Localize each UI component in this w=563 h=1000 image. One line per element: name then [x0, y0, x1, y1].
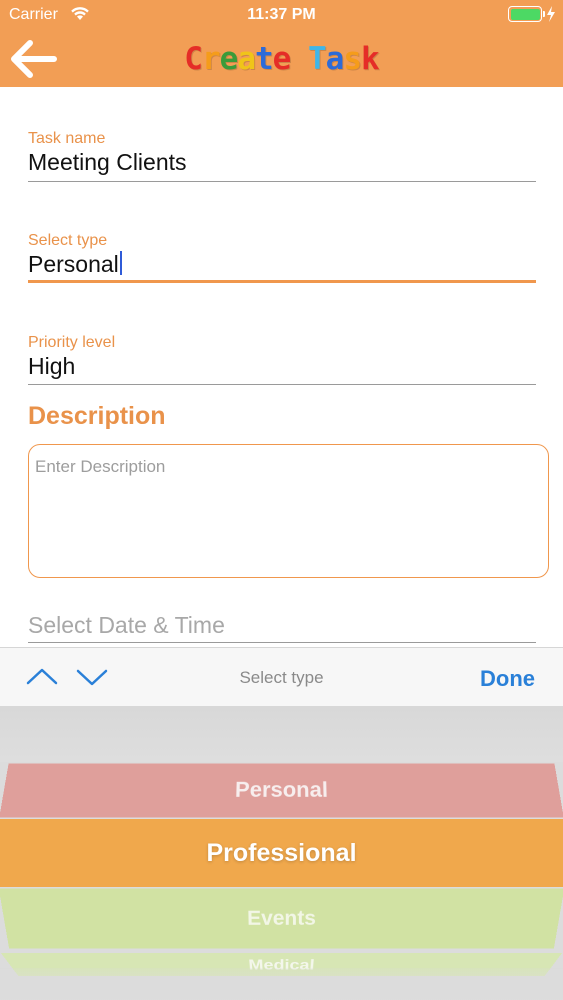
title-letter: e [219, 41, 239, 77]
status-bar: Carrier 11:37 PM [0, 0, 563, 30]
title-letter: C [184, 41, 203, 77]
title-letter: e [272, 41, 292, 77]
select-type-underline [28, 280, 536, 283]
text-caret [119, 251, 122, 275]
select-type-value[interactable]: Personal [28, 251, 536, 278]
title-letter: s [343, 41, 362, 77]
picker-option-professional[interactable]: Professional [0, 819, 563, 887]
task-name-value[interactable]: Meeting Clients [28, 149, 536, 176]
priority-level-underline [28, 384, 536, 385]
priority-level-label: Priority level [28, 334, 116, 351]
page-title: Create Task [0, 41, 563, 77]
title-letter: k [361, 41, 380, 77]
priority-level-value[interactable]: High [28, 353, 536, 380]
description-textarea[interactable] [28, 444, 549, 578]
picker-bottom-shade [0, 968, 563, 1000]
title-letter: a [237, 41, 256, 77]
title-letter: a [325, 41, 345, 77]
picker-option-events[interactable]: Events [0, 888, 563, 949]
battery-tip [543, 11, 545, 17]
toolbar-title: Select type [239, 668, 324, 687]
task-name-underline [28, 181, 536, 182]
navigation-bar: Carrier 11:37 PM Create Task [0, 0, 563, 87]
date-time-field[interactable]: Select Date & Time [28, 612, 536, 639]
type-picker-wheel[interactable]: Personal Professional Events Medical [0, 706, 563, 1000]
battery-icon [508, 6, 542, 22]
priority-level-field[interactable]: Priority level High [28, 334, 536, 385]
title-letter: t [254, 41, 274, 77]
picker-toolbar: Select type Done [0, 647, 563, 706]
description-heading: Description [28, 402, 166, 430]
picker-option-personal[interactable]: Personal [0, 763, 563, 818]
picker-top-shade [0, 706, 563, 762]
done-button[interactable]: Done [480, 666, 535, 692]
charging-bolt-icon [547, 6, 555, 22]
select-type-label: Select type [28, 232, 108, 249]
title-letter: T [308, 41, 327, 77]
status-time: 11:37 PM [247, 6, 316, 23]
title-letter [290, 41, 308, 77]
task-name-label: Task name [28, 130, 106, 147]
title-letter: r [201, 41, 221, 77]
task-name-field[interactable]: Task name Meeting Clients [28, 130, 536, 182]
select-type-field[interactable]: Select type Personal [28, 232, 536, 283]
date-time-underline [28, 642, 536, 643]
